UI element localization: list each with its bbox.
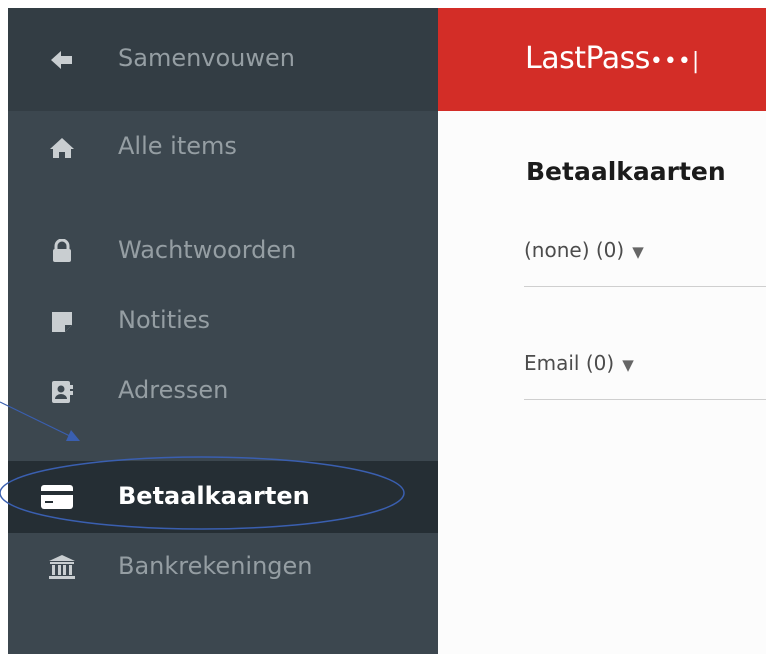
lock-icon [48,237,76,265]
sidebar-item-label: Notities [118,306,211,334]
caret-down-icon: ▼ [632,243,644,261]
logo-dots: •••| [649,49,701,74]
page-title: Betaalkaarten [526,157,726,186]
filter-dropdown-email[interactable]: Email (0) ▼ [524,351,634,375]
sidebar-item-bank-accounts[interactable]: Bankrekeningen [8,531,438,603]
sidebar-item-notes[interactable]: Notities [8,286,438,358]
caret-down-icon: ▼ [622,356,634,374]
sidebar-item-all-items[interactable]: Alle items [8,111,438,183]
sidebar-item-label: Bankrekeningen [118,552,313,580]
filter-dropdown-none[interactable]: (none) (0) ▼ [524,238,644,262]
sidebar-item-label: Wachtwoorden [118,236,297,264]
filter-label: Email (0) [524,351,615,375]
divider [524,286,766,287]
collapse-button[interactable]: Samenvouwen [8,8,438,111]
note-icon [48,308,76,336]
sidebar-item-passwords[interactable]: Wachtwoorden [8,215,438,287]
sidebar: Samenvouwen Alle items Wachtwoorden Noti… [8,8,438,654]
address-book-icon [48,378,76,406]
collapse-label: Samenvouwen [118,44,295,72]
filter-label: (none) (0) [524,238,625,262]
sidebar-item-label: Betaalkaarten [118,482,310,510]
sidebar-item-addresses[interactable]: Adressen [8,356,438,428]
sidebar-item-payment-cards[interactable]: Betaalkaarten [8,461,438,533]
main-content: Betaalkaarten (none) (0) ▼ Email (0) ▼ [438,111,766,654]
home-icon [48,134,76,162]
sidebar-item-label: Alle items [118,132,237,160]
divider [524,399,766,400]
credit-card-icon [39,483,75,511]
bank-icon [48,553,76,581]
logo-text: LastPass [525,41,650,76]
sidebar-item-label: Adressen [118,376,229,404]
header-bar: LastPass•••| [438,8,766,111]
arrow-left-icon [48,46,76,74]
lastpass-logo[interactable]: LastPass•••| [525,41,700,76]
